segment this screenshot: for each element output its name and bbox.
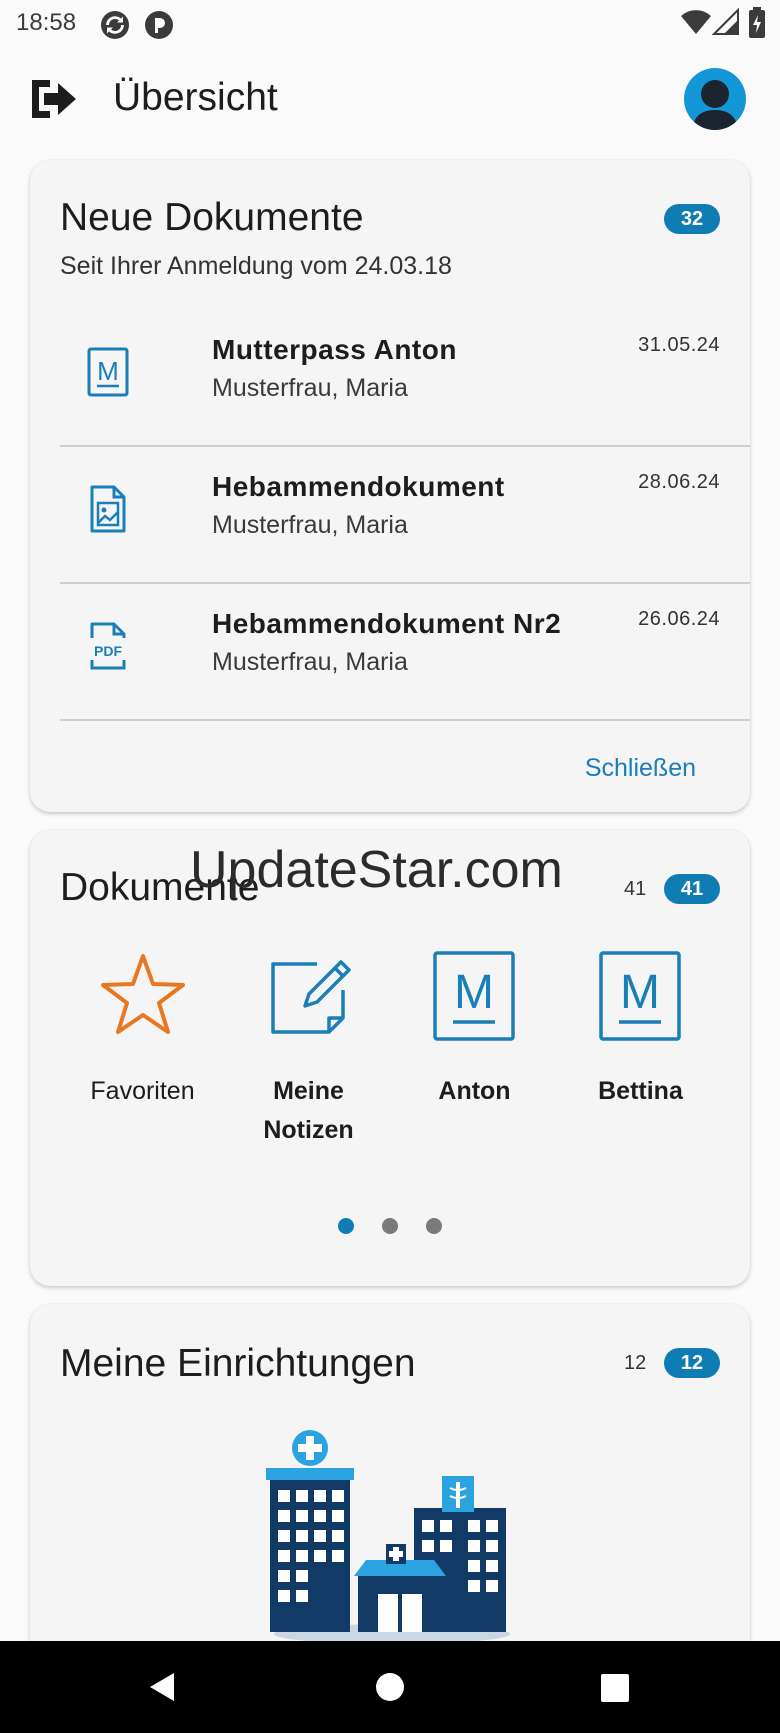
star-icon (101, 954, 185, 1034)
folder-label: Bettina (598, 1077, 683, 1105)
close-button[interactable]: Schließen (585, 754, 696, 783)
new-documents-title: Neue Dokumente (60, 196, 364, 239)
nav-back-button[interactable] (102, 1641, 222, 1733)
image-document-icon (90, 485, 126, 533)
system-nav-bar (0, 1641, 780, 1733)
document-row[interactable]: PDF Hebammendokument Nr2 Musterfrau, Mar… (60, 584, 750, 721)
pdf-document-icon: PDF (90, 622, 126, 670)
documents-badge: 41 (664, 874, 720, 904)
folder-meine-notizen[interactable]: Meine Notizen (226, 950, 391, 1150)
folder-favoriten[interactable]: Favoriten (60, 950, 225, 1150)
document-title: Hebammendokument (212, 471, 505, 502)
status-time: 18:58 (16, 9, 77, 36)
mutterpass-icon: M (87, 347, 129, 397)
svg-text:M: M (454, 966, 494, 1019)
back-icon (150, 1673, 174, 1701)
folder-anton[interactable]: M Anton (392, 950, 557, 1150)
document-date: 31.05.24 (638, 334, 720, 356)
folder-label: Meine Notizen (263, 1077, 354, 1144)
page-dot[interactable] (338, 1218, 354, 1234)
document-row[interactable]: M Mutterpass Anton Musterfrau, Maria 31.… (60, 310, 750, 447)
page-title: Übersicht (113, 76, 278, 119)
documents-card: Dokumente 41 41 Favoriten Meine Notizen … (30, 830, 750, 1286)
screen: 18:58 Übersicht Neue Dokumente 32 Seit I… (0, 0, 780, 1733)
mutterpass-icon: M (599, 951, 681, 1041)
avatar[interactable] (684, 68, 746, 130)
page-dot[interactable] (382, 1218, 398, 1234)
new-documents-card: Neue Dokumente 32 Seit Ihrer Anmeldung v… (30, 160, 750, 812)
documents-title: Dokumente (60, 866, 260, 909)
document-title: Hebammendokument Nr2 (212, 608, 562, 639)
home-icon (376, 1673, 404, 1701)
new-documents-badge: 32 (664, 204, 720, 234)
facilities-card: Meine Einrichtungen 12 12 (30, 1304, 750, 1664)
new-documents-list: M Mutterpass Anton Musterfrau, Maria 31.… (60, 310, 750, 721)
facilities-badge: 12 (664, 1348, 720, 1378)
svg-text:M: M (97, 356, 119, 386)
page-indicator (30, 1218, 750, 1238)
hospital-illustration (266, 1430, 510, 1644)
facilities-count: 12 (624, 1352, 647, 1374)
folder-bettina[interactable]: M Bettina (558, 950, 723, 1150)
document-owner: Musterfrau, Maria (212, 374, 408, 402)
mutterpass-icon: M (433, 951, 515, 1041)
wifi-icon (681, 10, 711, 35)
app-bar: Übersicht (0, 62, 780, 140)
signal-icon (712, 8, 739, 35)
nav-home-button[interactable] (330, 1641, 450, 1733)
folder-label: Anton (438, 1077, 511, 1105)
document-date: 28.06.24 (638, 471, 720, 493)
document-folders: Favoriten Meine Notizen M Anton M Bettin… (30, 950, 750, 1150)
user-silhouette-icon (692, 80, 738, 130)
nav-recents-button[interactable] (554, 1641, 674, 1733)
facilities-title: Meine Einrichtungen (60, 1342, 416, 1385)
document-owner: Musterfrau, Maria (212, 511, 408, 539)
sync-icon (101, 11, 129, 39)
document-row[interactable]: Hebammendokument Musterfrau, Maria 28.06… (60, 447, 750, 584)
svg-text:PDF: PDF (94, 643, 122, 659)
documents-count: 41 (624, 878, 647, 900)
logout-icon[interactable] (28, 76, 78, 122)
recents-icon (601, 1674, 629, 1702)
document-title: Mutterpass Anton (212, 334, 457, 365)
document-date: 26.06.24 (638, 608, 720, 630)
document-owner: Musterfrau, Maria (212, 648, 408, 676)
note-edit-icon (271, 960, 351, 1034)
new-documents-subtitle: Seit Ihrer Anmeldung vom 24.03.18 (60, 252, 452, 280)
status-bar: 18:58 (0, 0, 780, 48)
app-notification-icon (145, 11, 173, 39)
folder-label: Favoriten (90, 1077, 195, 1105)
battery-icon (749, 7, 765, 38)
svg-text:M: M (620, 966, 660, 1019)
page-dot[interactable] (426, 1218, 442, 1234)
